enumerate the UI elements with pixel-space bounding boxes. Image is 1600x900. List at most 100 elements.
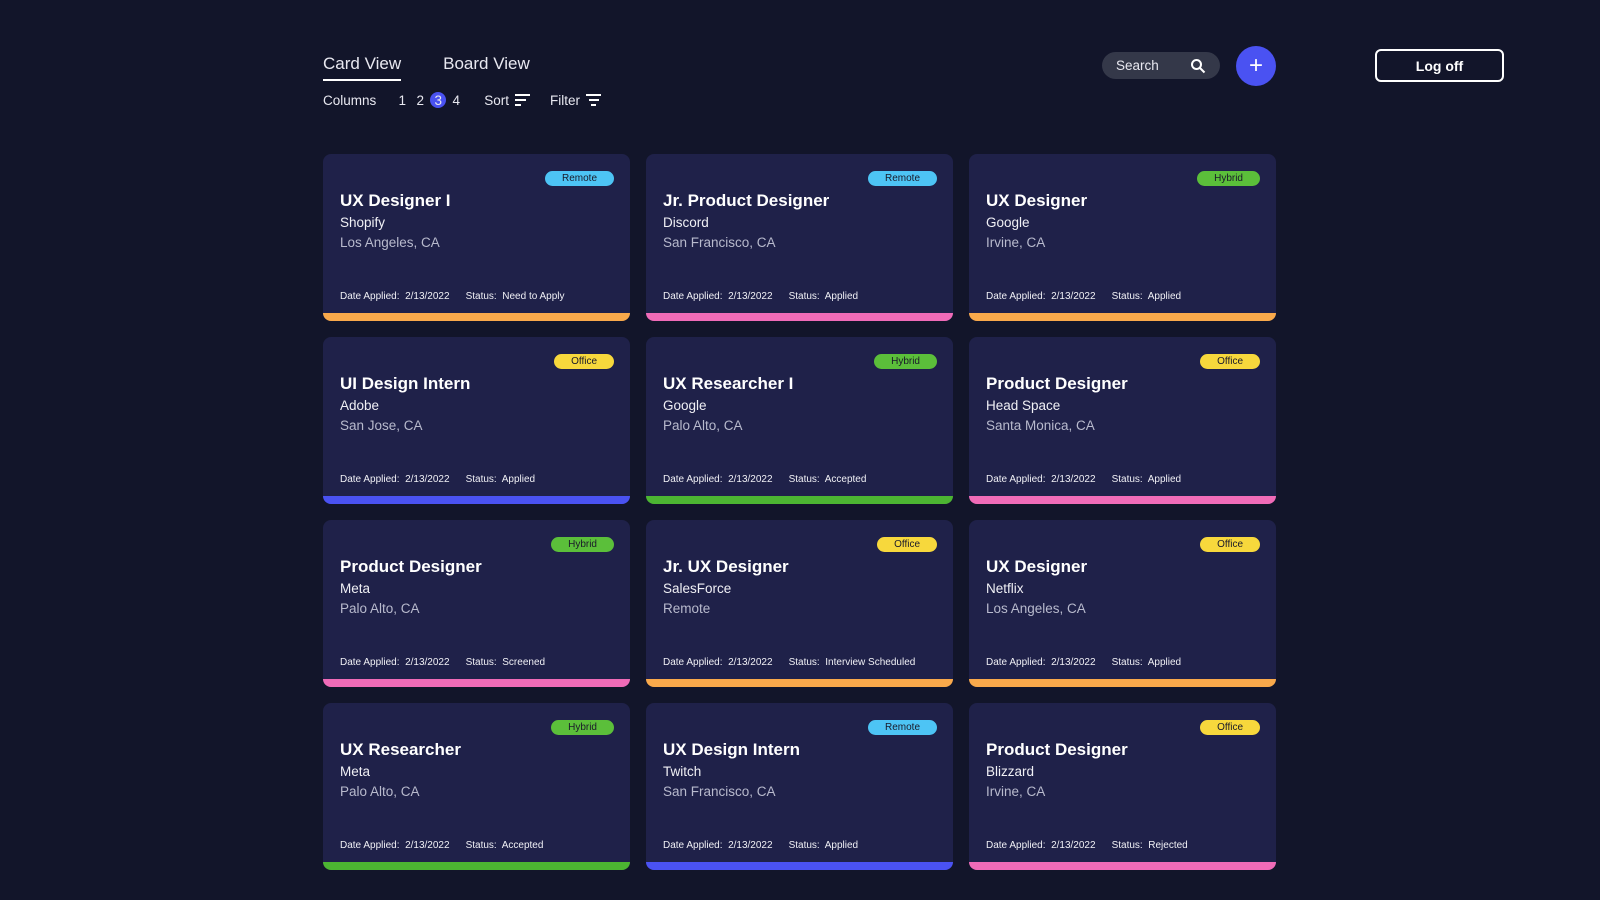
date-applied: Date Applied: 2/13/2022 — [340, 840, 450, 851]
job-location: Los Angeles, CA — [340, 235, 440, 250]
job-card[interactable]: Hybrid Product Designer Meta Palo Alto, … — [323, 520, 630, 687]
job-location: Irvine, CA — [986, 784, 1046, 799]
company-name: Twitch — [663, 764, 702, 779]
job-title: UX Designer I — [340, 191, 451, 210]
date-value: 2/13/2022 — [728, 657, 773, 668]
status-value: Applied — [1147, 474, 1182, 485]
columns-option-1[interactable]: 1 — [394, 92, 410, 108]
card-meta: Date Applied: 2/13/2022 Status: Applied — [340, 474, 535, 485]
date-label: Date Applied: — [986, 840, 1046, 851]
work-type-badge: Remote — [867, 171, 937, 186]
date-applied: Date Applied: 2/13/2022 — [986, 291, 1096, 302]
date-applied: Date Applied: 2/13/2022 — [986, 840, 1096, 851]
date-value: 2/13/2022 — [1051, 657, 1096, 668]
date-applied: Date Applied: 2/13/2022 — [663, 291, 773, 302]
job-card[interactable]: Hybrid UX Researcher I Google Palo Alto,… — [646, 337, 953, 504]
columns-option-4[interactable]: 4 — [448, 92, 464, 108]
date-label: Date Applied: — [986, 291, 1046, 302]
work-type-badge: Office — [1200, 537, 1260, 552]
columns-label: Columns — [323, 92, 377, 108]
tab-card-view[interactable]: Card View — [323, 54, 402, 81]
status-color-bar — [969, 313, 1276, 321]
job-location: San Francisco, CA — [663, 784, 776, 799]
add-job-button[interactable]: + — [1236, 46, 1276, 86]
date-value: 2/13/2022 — [405, 474, 450, 485]
view-controls: Columns 1 2 3 4 Sort Filter — [323, 92, 602, 108]
company-name: Blizzard — [986, 764, 1035, 779]
date-applied: Date Applied: 2/13/2022 — [986, 657, 1096, 668]
date-applied: Date Applied: 2/13/2022 — [986, 474, 1096, 485]
status-value: Rejected — [1148, 840, 1188, 851]
card-meta: Date Applied: 2/13/2022 Status: Applied — [663, 291, 858, 302]
date-label: Date Applied: — [340, 657, 400, 668]
date-label: Date Applied: — [663, 291, 723, 302]
card-meta: Date Applied: 2/13/2022 Status: Rejected — [986, 840, 1188, 851]
company-name: Discord — [663, 215, 709, 230]
status-label: Status: — [465, 291, 497, 302]
work-type-badge: Office — [877, 537, 937, 552]
card-meta: Date Applied: 2/13/2022 Status: Accepted — [340, 840, 543, 851]
job-card[interactable]: Remote UX Design Intern Twitch San Franc… — [646, 703, 953, 870]
job-location: Santa Monica, CA — [986, 418, 1095, 433]
filter-button[interactable]: Filter — [550, 92, 602, 108]
status: Status: Applied — [1112, 657, 1182, 668]
date-label: Date Applied: — [663, 840, 723, 851]
date-applied: Date Applied: 2/13/2022 — [663, 840, 773, 851]
job-card[interactable]: Office Product Designer Blizzard Irvine,… — [969, 703, 1276, 870]
tab-board-view[interactable]: Board View — [443, 54, 530, 81]
work-type-badge: Remote — [544, 171, 614, 186]
date-label: Date Applied: — [986, 657, 1046, 668]
job-location: Los Angeles, CA — [986, 601, 1086, 616]
job-location: Palo Alto, CA — [340, 601, 420, 616]
job-card[interactable]: Office UX Designer Netflix Los Angeles, … — [969, 520, 1276, 687]
status-label: Status: — [788, 474, 820, 485]
status: Status: Accepted — [789, 474, 867, 485]
status-label: Status: — [1111, 474, 1143, 485]
date-value: 2/13/2022 — [728, 474, 773, 485]
work-type-badge: Hybrid — [551, 537, 614, 552]
columns-option-3[interactable]: 3 — [430, 92, 447, 108]
status-value: Applied — [1147, 291, 1182, 302]
card-meta: Date Applied: 2/13/2022 Status: Accepted — [663, 474, 866, 485]
status-color-bar — [323, 313, 630, 321]
search-input[interactable]: Search — [1102, 52, 1220, 79]
status: Status: Rejected — [1112, 840, 1188, 851]
status: Status: Screened — [466, 657, 546, 668]
company-name: Netflix — [986, 581, 1024, 596]
date-applied: Date Applied: 2/13/2022 — [340, 291, 450, 302]
date-applied: Date Applied: 2/13/2022 — [340, 474, 450, 485]
status-color-bar — [969, 862, 1276, 870]
company-name: Shopify — [340, 215, 386, 230]
job-card[interactable]: Hybrid UX Designer Google Irvine, CA Dat… — [969, 154, 1276, 321]
status-value: Accepted — [501, 840, 544, 851]
card-meta: Date Applied: 2/13/2022 Status: Applied — [986, 291, 1181, 302]
sort-icon — [515, 94, 531, 106]
company-name: SalesForce — [663, 581, 732, 596]
card-meta: Date Applied: 2/13/2022 Status: Applied — [986, 474, 1181, 485]
job-card-grid: Remote UX Designer I Shopify Los Angeles… — [323, 154, 1276, 870]
sort-button[interactable]: Sort — [484, 93, 531, 108]
status-color-bar — [323, 679, 630, 687]
job-card[interactable]: Remote UX Designer I Shopify Los Angeles… — [323, 154, 630, 321]
job-title: UX Researcher — [340, 740, 461, 759]
job-card[interactable]: Office Jr. UX Designer SalesForce Remote… — [646, 520, 953, 687]
status-value: Applied — [501, 474, 536, 485]
job-card[interactable]: Remote Jr. Product Designer Discord San … — [646, 154, 953, 321]
date-value: 2/13/2022 — [728, 291, 773, 302]
status-color-bar — [646, 679, 953, 687]
filter-label: Filter — [550, 92, 581, 108]
job-card[interactable]: Hybrid UX Researcher Meta Palo Alto, CA … — [323, 703, 630, 870]
card-meta: Date Applied: 2/13/2022 Status: Intervie… — [663, 657, 915, 668]
search-icon — [1191, 58, 1206, 73]
status-label: Status: — [1111, 840, 1143, 851]
company-name: Meta — [340, 581, 371, 596]
job-location: San Francisco, CA — [663, 235, 776, 250]
columns-option-2[interactable]: 2 — [412, 92, 428, 108]
log-off-button[interactable]: Log off — [1375, 49, 1504, 82]
job-card[interactable]: Office Product Designer Head Space Santa… — [969, 337, 1276, 504]
status-label: Status: — [465, 474, 497, 485]
job-card[interactable]: Office UI Design Intern Adobe San Jose, … — [323, 337, 630, 504]
status-value: Need to Apply — [502, 291, 565, 302]
date-value: 2/13/2022 — [728, 840, 773, 851]
status-color-bar — [646, 496, 953, 504]
